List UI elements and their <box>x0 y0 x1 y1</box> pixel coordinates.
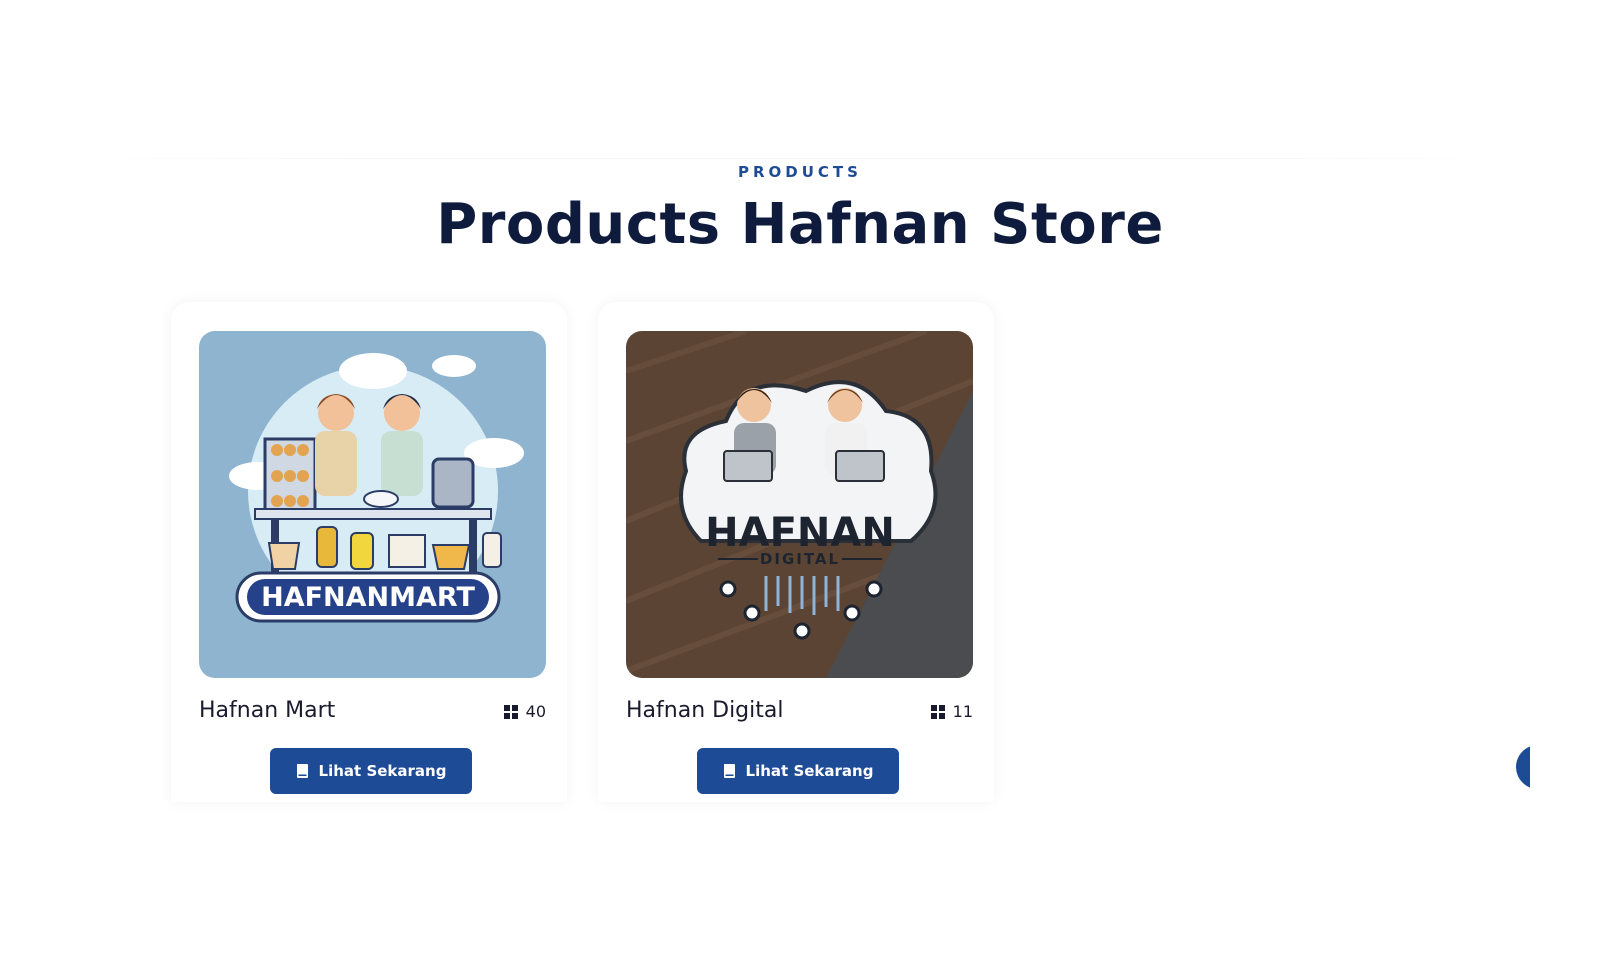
view-now-button-label: Lihat Sekarang <box>745 762 874 780</box>
product-card-hafnan-digital[interactable]: HAFNAN DIGITAL Hafnan Digital 11 Lihat S… <box>598 302 994 802</box>
product-count: 11 <box>930 702 973 721</box>
grid-icon <box>503 704 518 719</box>
product-count-value: 11 <box>952 702 973 721</box>
page-title: Products Hafnan Store <box>436 192 1164 257</box>
view-now-button-label: Lihat Sekarang <box>318 762 447 780</box>
section-divider <box>70 158 1510 159</box>
view-now-button[interactable]: Lihat Sekarang <box>697 748 899 794</box>
view-now-button[interactable]: Lihat Sekarang <box>270 748 472 794</box>
hafnan-mart-logo-text: HAFNANMART <box>261 582 475 613</box>
product-name: Hafnan Mart <box>199 698 336 723</box>
product-count-value: 40 <box>525 702 546 721</box>
book-icon <box>296 764 308 778</box>
book-icon <box>723 764 735 778</box>
product-name: Hafnan Digital <box>626 698 784 723</box>
product-card-hafnan-mart[interactable]: HAFNANMART Hafnan Mart 40 Lihat Sekarang <box>171 302 567 802</box>
product-image-hafnan-digital[interactable]: HAFNAN DIGITAL <box>626 331 973 678</box>
viewport-edge-mask <box>1530 700 1600 840</box>
product-count: 40 <box>503 702 546 721</box>
product-image-hafnan-mart[interactable]: HAFNANMART <box>199 331 546 678</box>
section-eyebrow: PRODUCTS <box>738 163 862 181</box>
grid-icon <box>930 704 945 719</box>
hafnan-digital-logo-subtext: DIGITAL <box>760 550 840 568</box>
